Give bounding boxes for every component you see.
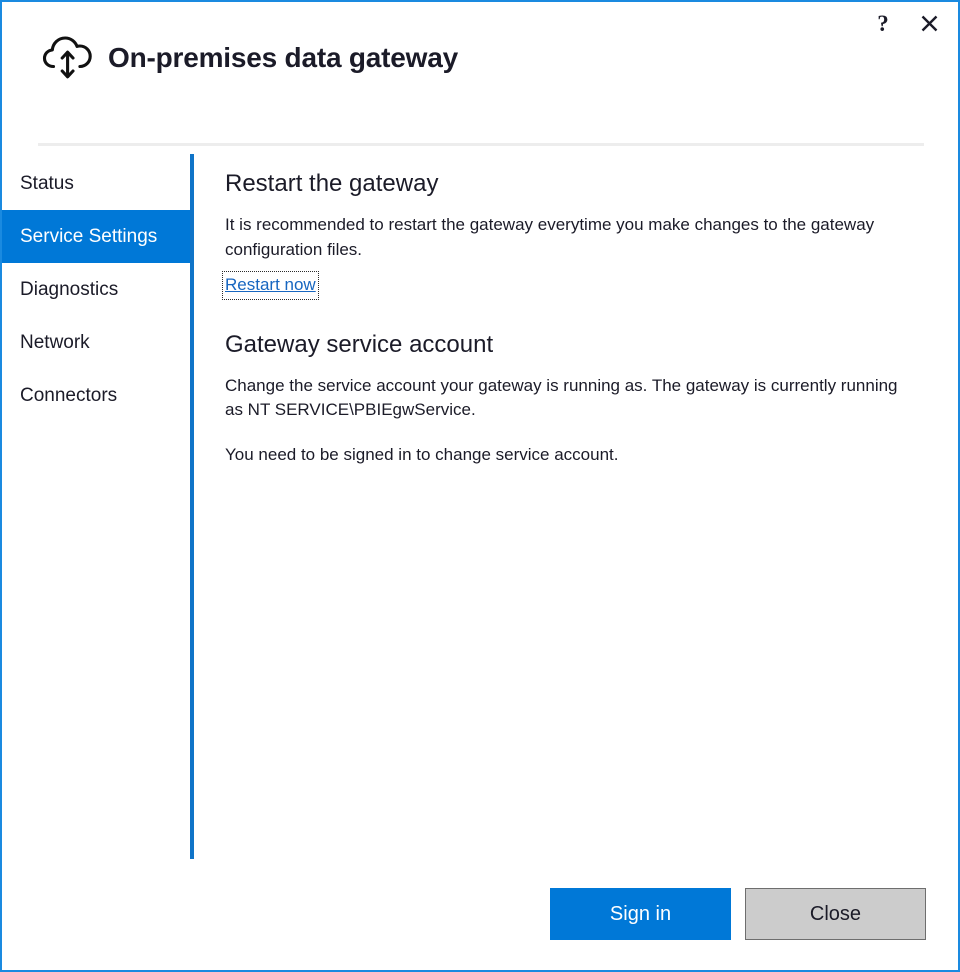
title-bar: ? On-premises data gateway bbox=[2, 2, 958, 120]
close-button[interactable]: Close bbox=[745, 888, 926, 940]
sidebar-item-connectors[interactable]: Connectors bbox=[2, 369, 191, 422]
account-section-heading: Gateway service account bbox=[225, 331, 925, 360]
cloud-up-down-arrow-icon bbox=[40, 30, 96, 86]
gateway-service-account-section: Gateway service account Change the servi… bbox=[225, 331, 925, 469]
sidebar-item-label: Diagnostics bbox=[20, 279, 118, 301]
close-window-button[interactable] bbox=[906, 6, 952, 40]
account-section-description: Change the service account your gateway … bbox=[225, 374, 915, 424]
sidebar-nav: Status Service Settings Diagnostics Netw… bbox=[2, 157, 191, 422]
dialog-footer: Sign in Close bbox=[2, 888, 958, 940]
main-content: Restart the gateway It is recommended to… bbox=[225, 170, 925, 468]
restart-gateway-section: Restart the gateway It is recommended to… bbox=[225, 170, 925, 297]
sidebar-item-service-settings[interactable]: Service Settings bbox=[2, 210, 191, 263]
sidebar-item-label: Service Settings bbox=[20, 226, 157, 248]
sidebar-item-status[interactable]: Status bbox=[2, 157, 191, 210]
help-icon: ? bbox=[877, 12, 889, 35]
header-divider bbox=[38, 143, 924, 146]
app-brand: On-premises data gateway bbox=[40, 30, 458, 86]
sidebar-item-network[interactable]: Network bbox=[2, 316, 191, 369]
help-button[interactable]: ? bbox=[860, 6, 906, 40]
page-title: On-premises data gateway bbox=[108, 42, 458, 74]
gateway-dialog-window: ? On-premises data gateway Status Ser bbox=[0, 0, 960, 972]
sidebar-item-label: Connectors bbox=[20, 385, 117, 407]
sidebar-item-label: Status bbox=[20, 173, 74, 195]
close-icon bbox=[921, 15, 938, 32]
restart-section-heading: Restart the gateway bbox=[225, 170, 925, 199]
restart-section-description: It is recommended to restart the gateway… bbox=[225, 213, 917, 263]
restart-link-container: Restart now bbox=[225, 274, 316, 297]
sign-in-button[interactable]: Sign in bbox=[550, 888, 731, 940]
restart-now-link[interactable]: Restart now bbox=[225, 274, 316, 297]
sidebar-vertical-divider bbox=[190, 154, 194, 859]
signin-required-note: You need to be signed in to change servi… bbox=[225, 443, 917, 468]
sidebar-item-label: Network bbox=[20, 332, 90, 354]
sidebar-item-diagnostics[interactable]: Diagnostics bbox=[2, 263, 191, 316]
caption-button-group: ? bbox=[860, 6, 952, 40]
